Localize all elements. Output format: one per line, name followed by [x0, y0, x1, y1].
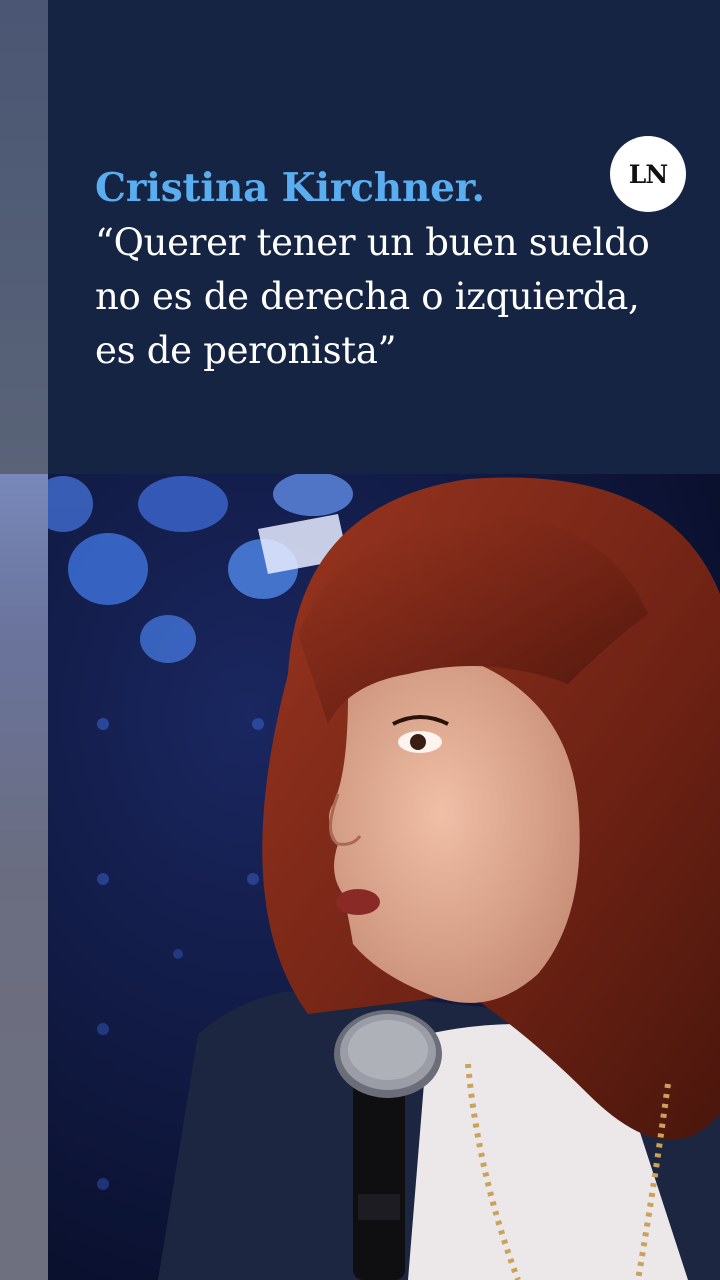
header-panel: Cristina Kirchner. “Querer tener un buen… — [48, 0, 720, 474]
video-still-photo[interactable] — [48, 474, 720, 1280]
la-nacion-logo: LN — [610, 136, 686, 212]
mouth — [336, 889, 380, 915]
left-side-strip-photo — [0, 474, 48, 1280]
headline-quote-line-3: es de peronista” — [95, 329, 397, 372]
headline: Cristina Kirchner. “Querer tener un buen… — [95, 160, 655, 378]
headline-quote-line-2: no es de derecha o izquierda, — [95, 275, 640, 318]
photo-illustration — [48, 474, 720, 1280]
headline-speaker-name: Cristina Kirchner. — [95, 165, 485, 211]
headline-quote-line-1: “Querer tener un buen sueldo — [95, 221, 650, 264]
logo-text: LN — [628, 159, 668, 189]
